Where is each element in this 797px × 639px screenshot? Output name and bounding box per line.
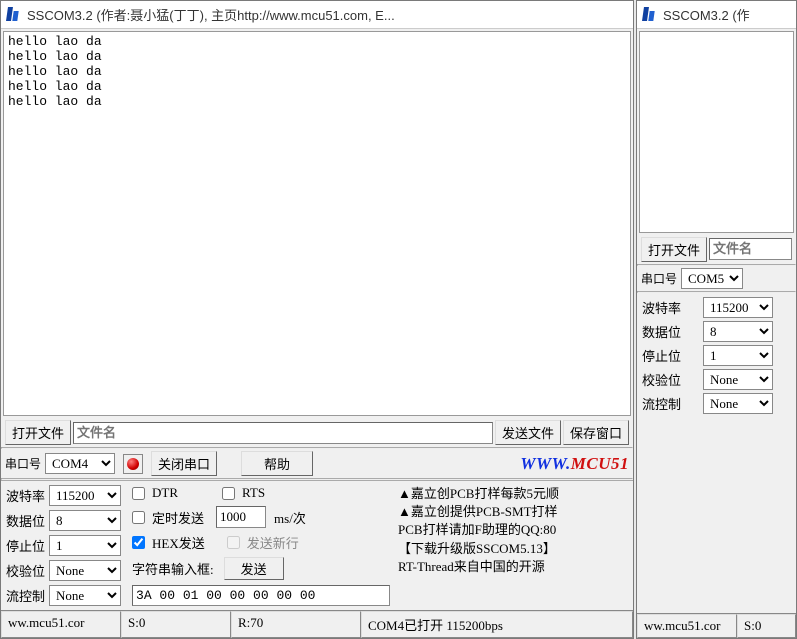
statusbar: ww.mcu51.cor S:0 bbox=[637, 613, 796, 638]
parity-label: 校验位 bbox=[642, 370, 699, 389]
com-label: 串口号 bbox=[5, 455, 41, 472]
parity-select[interactable]: None bbox=[703, 369, 773, 390]
databits-select[interactable]: 8 bbox=[49, 510, 121, 531]
app-icon bbox=[641, 6, 659, 24]
send-file-button[interactable]: 发送文件 bbox=[495, 420, 561, 445]
ad-line: PCB打样请加F助理的QQ:80 bbox=[398, 521, 631, 539]
status-sent: S:0 bbox=[737, 614, 796, 638]
baud-label: 波特率 bbox=[642, 298, 699, 317]
databits-label: 数据位 bbox=[6, 511, 45, 530]
file-toolbar: 打开文件 发送文件 保存窗口 bbox=[1, 418, 633, 447]
rts-label: RTS bbox=[242, 485, 265, 501]
serial-settings: 波特率 115200 数据位 8 停止位 1 校验位 None 流控制 None bbox=[637, 293, 796, 418]
open-file-button[interactable]: 打开文件 bbox=[5, 420, 71, 445]
flow-select[interactable]: None bbox=[703, 393, 773, 414]
serial-settings: 波特率 115200 数据位 8 停止位 1 校验位 None 流控制 None bbox=[1, 481, 126, 610]
status-url: ww.mcu51.cor bbox=[1, 611, 121, 638]
ad-panel: ▲嘉立创PCB打样每款5元顺 ▲嘉立创提供PCB-SMT打样 PCB打样请加F助… bbox=[396, 481, 633, 610]
stopbits-label: 停止位 bbox=[6, 536, 45, 555]
send-button[interactable]: 发送 bbox=[224, 557, 284, 580]
status-recv: R:70 bbox=[231, 611, 361, 638]
com-label: 串口号 bbox=[641, 270, 677, 287]
baud-select[interactable]: 115200 bbox=[49, 485, 121, 506]
serial-log[interactable] bbox=[639, 31, 794, 233]
flow-label: 流控制 bbox=[6, 586, 45, 605]
ad-line: RT-Thread来自中国的开源 bbox=[398, 558, 631, 576]
save-window-button[interactable]: 保存窗口 bbox=[563, 420, 629, 445]
serial-log[interactable]: hello lao da hello lao da hello lao da h… bbox=[3, 31, 631, 416]
rts-checkbox[interactable] bbox=[222, 487, 235, 500]
dtr-label: DTR bbox=[152, 485, 178, 501]
com-select[interactable]: COM4 bbox=[45, 453, 115, 474]
filename-input[interactable] bbox=[709, 238, 792, 260]
timed-send-label: 定时发送 bbox=[152, 508, 204, 527]
interval-input[interactable] bbox=[216, 506, 266, 528]
close-port-button[interactable]: 关闭串口 bbox=[151, 451, 217, 476]
ad-line: ▲嘉立创提供PCB-SMT打样 bbox=[398, 503, 631, 521]
port-toolbar: 串口号 COM5 bbox=[637, 266, 796, 291]
dtr-checkbox[interactable] bbox=[132, 487, 145, 500]
send-newline-label: 发送新行 bbox=[247, 533, 299, 552]
stopbits-select[interactable]: 1 bbox=[49, 535, 121, 556]
statusbar: ww.mcu51.cor S:0 R:70 COM4已打开 115200bps bbox=[1, 610, 633, 638]
mcu51-link[interactable]: WWW.MCU51 bbox=[520, 454, 629, 474]
record-button[interactable] bbox=[123, 454, 143, 474]
lower-panel: 波特率 115200 数据位 8 停止位 1 校验位 None 流控制 None… bbox=[1, 480, 633, 610]
window-title: SSCOM3.2 (作 bbox=[663, 5, 750, 24]
databits-label: 数据位 bbox=[642, 322, 699, 341]
record-icon bbox=[127, 458, 139, 470]
help-button[interactable]: 帮助 bbox=[241, 451, 313, 476]
baud-select[interactable]: 115200 bbox=[703, 297, 773, 318]
stopbits-label: 停止位 bbox=[642, 346, 699, 365]
input-label: 字符串输入框: bbox=[132, 559, 214, 578]
window-sscom-right: SSCOM3.2 (作 打开文件 串口号 COM5 波特率 115200 数据位… bbox=[636, 0, 797, 639]
send-input[interactable] bbox=[132, 585, 390, 606]
stopbits-select[interactable]: 1 bbox=[703, 345, 773, 366]
parity-label: 校验位 bbox=[6, 561, 45, 580]
app-icon bbox=[5, 6, 23, 24]
ad-line: 【下载升级版SSCOM5.13】 bbox=[398, 540, 631, 558]
com-select[interactable]: COM5 bbox=[681, 268, 743, 289]
status-port: COM4已打开 115200bps bbox=[361, 611, 633, 638]
timed-send-checkbox[interactable] bbox=[132, 511, 145, 524]
hex-send-checkbox[interactable] bbox=[132, 536, 145, 549]
titlebar[interactable]: SSCOM3.2 (作 bbox=[637, 1, 796, 29]
send-newline-checkbox bbox=[227, 536, 240, 549]
filename-input[interactable] bbox=[73, 422, 493, 444]
baud-label: 波特率 bbox=[6, 486, 45, 505]
flow-label: 流控制 bbox=[642, 394, 699, 413]
port-toolbar: 串口号 COM4 关闭串口 帮助 WWW.MCU51 bbox=[1, 449, 633, 478]
send-options: DTR RTS 定时发送 ms/次 HEX发送 发送新行 字符串输入框: 发送 bbox=[126, 481, 396, 610]
status-url: ww.mcu51.cor bbox=[637, 614, 737, 638]
interval-unit: ms/次 bbox=[274, 508, 306, 527]
window-sscom-left: SSCOM3.2 (作者:聂小猛(丁丁), 主页http://www.mcu51… bbox=[0, 0, 634, 639]
flow-select[interactable]: None bbox=[49, 585, 121, 606]
hex-send-label: HEX发送 bbox=[152, 533, 205, 552]
ad-line: ▲嘉立创PCB打样每款5元顺 bbox=[398, 485, 631, 503]
open-file-button[interactable]: 打开文件 bbox=[641, 237, 707, 262]
file-toolbar: 打开文件 bbox=[637, 235, 796, 264]
databits-select[interactable]: 8 bbox=[703, 321, 773, 342]
status-sent: S:0 bbox=[121, 611, 231, 638]
window-title: SSCOM3.2 (作者:聂小猛(丁丁), 主页http://www.mcu51… bbox=[27, 5, 395, 24]
titlebar[interactable]: SSCOM3.2 (作者:聂小猛(丁丁), 主页http://www.mcu51… bbox=[1, 1, 633, 29]
parity-select[interactable]: None bbox=[49, 560, 121, 581]
